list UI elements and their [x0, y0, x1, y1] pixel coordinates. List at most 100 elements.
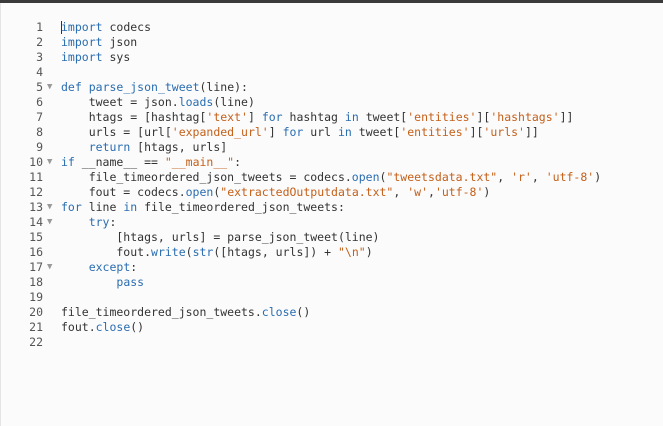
code-token: "__main__"	[164, 155, 235, 169]
code-token: import	[61, 20, 103, 34]
code-line[interactable]: 22	[1, 335, 663, 350]
code-token: ][	[469, 125, 484, 139]
code-token: (line):	[199, 80, 248, 94]
code-token: :	[234, 155, 242, 169]
code-token: parse_json_tweet	[88, 80, 200, 94]
code-token: 'utf-8'	[434, 185, 484, 199]
code-text: except:	[61, 260, 137, 275]
code-token: fout.	[61, 245, 152, 259]
code-token: ()	[296, 305, 311, 319]
line-number: 17	[29, 260, 43, 274]
code-line[interactable]: 6 tweet = json.loads(line)	[1, 95, 663, 110]
code-text: if __name__ == "__main__":	[61, 155, 241, 170]
line-number: 4	[36, 65, 43, 79]
code-token: loads	[178, 95, 214, 109]
code-text: [htags, urls] = parse_json_tweet(line)	[61, 230, 379, 245]
fold-arrow-icon[interactable]: ▼	[47, 260, 52, 275]
code-token: ]	[247, 110, 262, 124]
code-line[interactable]: 20 file_timeordered_json_tweets.close()	[1, 305, 663, 320]
code-token: 'entities'	[407, 110, 477, 124]
line-number: 11	[29, 170, 43, 184]
code-token: )	[594, 170, 602, 184]
fold-arrow-icon[interactable]: ▼	[47, 200, 52, 215]
code-token: ,	[497, 170, 512, 184]
fold-arrow-icon[interactable]: ▼	[47, 155, 52, 170]
code-token: 'urls'	[483, 125, 525, 139]
code-text: import json	[61, 35, 137, 50]
code-token: fout.	[61, 320, 96, 334]
code-line[interactable]: 13 ▼ for line in file_timeordered_json_twe…	[1, 200, 663, 215]
code-line[interactable]: 17 ▼ except:	[1, 260, 663, 275]
fold-arrow-icon[interactable]: ▼	[47, 215, 52, 230]
code-token: for	[61, 200, 82, 214]
code-text: fout = codecs.open("extractedOutputdata.…	[61, 185, 491, 200]
code-text: import sys	[61, 50, 130, 65]
code-token: open	[351, 170, 380, 184]
code-token: hashtag	[282, 110, 345, 124]
code-text: try:	[61, 215, 117, 230]
code-token: write	[151, 245, 186, 259]
code-line[interactable]: 8 urls = [url['expanded_url'] for url in…	[1, 125, 663, 140]
code-token: )	[483, 185, 491, 199]
code-token: tweet = json.	[61, 95, 179, 109]
code-line[interactable]: 15 [htags, urls] = parse_json_tweet(line…	[1, 230, 663, 245]
code-line[interactable]: 19	[1, 290, 663, 305]
code-token: __name__ ==	[74, 155, 165, 169]
code-line[interactable]: 7 htags = [hashtag['text'] for hashtag i…	[1, 110, 663, 125]
code-line[interactable]: 5 ▼ def parse_json_tweet(line):	[1, 80, 663, 95]
code-token: 'entities'	[400, 125, 470, 139]
code-token: line	[81, 200, 124, 214]
code-token: if	[61, 155, 75, 169]
code-line[interactable]: 12 fout = codecs.open("extractedOutputda…	[1, 185, 663, 200]
code-text: return [htags, urls]	[61, 140, 227, 155]
code-line[interactable]: 4	[1, 65, 663, 80]
code-token: ][	[476, 110, 491, 124]
code-token: "extractedOutputdata.txt"	[220, 185, 394, 199]
code-text: tweet = json.loads(line)	[61, 95, 255, 110]
code-token: ]]	[524, 125, 539, 139]
code-token: htags = [hashtag[	[61, 110, 207, 124]
code-token: )	[365, 245, 373, 259]
code-token: file_timeordered_json_tweets:	[137, 200, 345, 214]
code-line[interactable]: 3 import sys	[1, 50, 663, 65]
code-line[interactable]: 9 return [htags, urls]	[1, 140, 663, 155]
code-token: codecs	[102, 20, 152, 34]
code-token: ([htags, urls]) +	[213, 245, 338, 259]
code-token: open	[185, 185, 214, 199]
code-token: file_timeordered_json_tweets = codecs.	[61, 170, 352, 184]
code-token: close	[95, 320, 131, 334]
code-token: def	[61, 80, 82, 94]
fold-arrow-icon[interactable]: ▼	[47, 80, 52, 95]
code-text: file_timeordered_json_tweets = codecs.op…	[61, 170, 601, 185]
code-line[interactable]: 14 ▼ try:	[1, 215, 663, 230]
code-line[interactable]: 10 ▼ if __name__ == "__main__":	[1, 155, 663, 170]
code-token: in	[123, 200, 138, 214]
code-token: except	[88, 260, 131, 274]
code-token: 'hashtags'	[490, 110, 560, 124]
line-number: 10	[29, 155, 43, 169]
code-line[interactable]: 18 pass	[1, 275, 663, 290]
code-token: 'text'	[206, 110, 248, 124]
line-number: 21	[29, 320, 43, 334]
code-text: def parse_json_tweet(line):	[61, 80, 248, 95]
line-number: 1	[36, 20, 43, 34]
code-token: ]]	[559, 110, 574, 124]
code-line[interactable]: 16 fout.write(str([htags, urls]) + "\n")	[1, 245, 663, 260]
line-number: 14	[29, 215, 43, 229]
line-number: 8	[36, 125, 43, 139]
code-line[interactable]: 21 fout.close()	[1, 320, 663, 335]
code-line[interactable]: 11 file_timeordered_json_tweets = codecs…	[1, 170, 663, 185]
code-text: pass	[61, 275, 144, 290]
code-token: [htags, urls]	[130, 140, 228, 154]
code-text: urls = [url['expanded_url'] for url in t…	[61, 125, 539, 140]
code-line[interactable]: 2 import json	[1, 35, 663, 50]
line-number: 22	[29, 335, 43, 349]
code-line[interactable]: 1 import codecs	[1, 20, 663, 35]
code-token: import	[61, 50, 103, 64]
code-editor[interactable]: 1 import codecs 2 import json 3 import sys 4 5 ▼…	[0, 3, 663, 426]
